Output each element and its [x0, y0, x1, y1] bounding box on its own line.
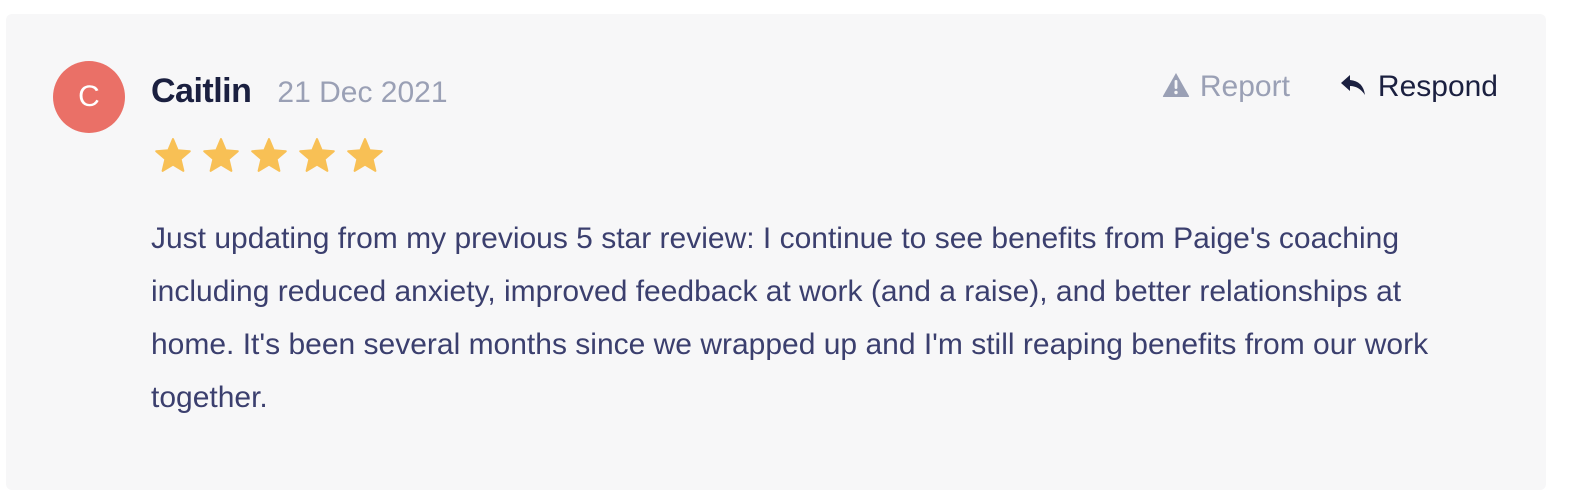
- review-card: C Caitlin 21 Dec 2021 Report Respond Jus…: [6, 14, 1546, 490]
- review-date: 21 Dec 2021: [277, 76, 448, 109]
- star-icon: [298, 137, 336, 173]
- star-icon: [202, 137, 240, 173]
- star-icon: [154, 137, 192, 173]
- warning-triangle-icon: [1162, 72, 1190, 103]
- avatar: C: [53, 61, 125, 133]
- review-header: Caitlin 21 Dec 2021: [151, 72, 448, 111]
- star-icon: [346, 137, 384, 173]
- review-text: Just updating from my previous 5 star re…: [151, 222, 1429, 414]
- reply-arrow-icon: [1340, 73, 1368, 102]
- star-icon: [250, 137, 288, 173]
- respond-label: Respond: [1377, 70, 1498, 103]
- report-label: Report: [1199, 70, 1290, 103]
- report-button[interactable]: Report: [1162, 70, 1290, 104]
- respond-button[interactable]: Respond: [1340, 70, 1498, 104]
- star-rating: [154, 137, 384, 173]
- author-name: Caitlin: [151, 72, 252, 110]
- review-actions: Report Respond: [1162, 70, 1498, 104]
